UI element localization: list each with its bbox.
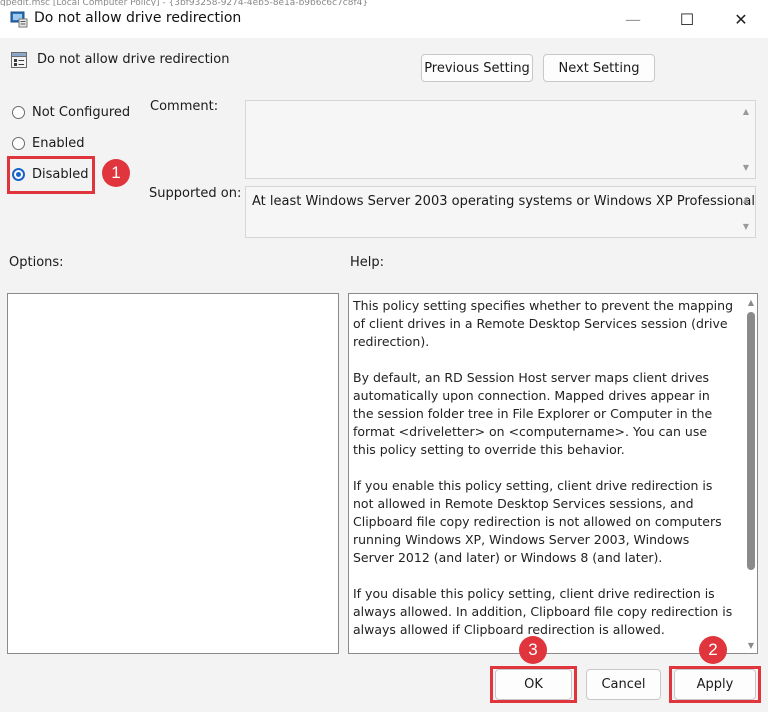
step-badge-2: 2 [699, 636, 727, 664]
comment-input[interactable]: ▲ ▼ [245, 100, 756, 179]
supported-scroll-up-icon[interactable]: ▲ [739, 195, 753, 204]
cancel-button[interactable]: Cancel [586, 669, 661, 700]
supported-on-value: At least Windows Server 2003 operating s… [252, 194, 755, 209]
step-badge-3: 3 [519, 636, 547, 664]
help-scroll-up-icon[interactable]: ▲ [745, 298, 757, 307]
supported-on-label: Supported on: [149, 186, 241, 201]
help-paragraph: This policy setting specifies whether to… [353, 297, 733, 351]
comment-label: Comment: [150, 99, 218, 114]
apply-button[interactable]: Apply [674, 669, 756, 700]
radio-circle[interactable] [12, 137, 25, 150]
help-paragraph: By default, an RD Session Host server ma… [353, 369, 733, 459]
close-button[interactable]: ✕ [718, 0, 764, 38]
options-label: Options: [9, 255, 64, 270]
radio-circle-selected[interactable] [12, 168, 25, 181]
radio-disabled[interactable]: Disabled [12, 167, 88, 182]
help-text: This policy setting specifies whether to… [353, 297, 733, 657]
minimize-button[interactable]: — [610, 0, 656, 38]
options-pane [7, 293, 339, 654]
radio-enabled[interactable]: Enabled [12, 136, 85, 151]
policy-setting-icon [10, 51, 28, 69]
policy-editor-icon [10, 10, 28, 28]
supported-scroll-down-icon[interactable]: ▼ [739, 222, 753, 231]
radio-not-configured[interactable]: Not Configured [12, 105, 130, 120]
background-window-text: gpedit.msc [Local Computer Policy] - {3b… [0, 0, 400, 6]
radio-label: Disabled [32, 167, 88, 182]
step-badge-1: 1 [102, 159, 130, 187]
comment-scroll-up-icon[interactable]: ▲ [739, 107, 753, 116]
ok-button[interactable]: OK [495, 669, 572, 700]
help-scrollbar-thumb[interactable] [747, 312, 755, 570]
help-paragraph: If you disable this policy setting, clie… [353, 585, 733, 639]
window-title: Do not allow drive redirection [34, 10, 241, 26]
help-scroll-down-icon[interactable]: ▼ [745, 641, 757, 650]
next-setting-button[interactable]: Next Setting [543, 54, 655, 82]
radio-label: Enabled [32, 136, 85, 151]
help-paragraph: If you enable this policy setting, clien… [353, 477, 733, 567]
policy-name: Do not allow drive redirection [37, 52, 230, 67]
maximize-button[interactable]: ☐ [664, 0, 710, 38]
help-label: Help: [350, 255, 384, 270]
previous-setting-button[interactable]: Previous Setting [421, 54, 533, 82]
radio-circle[interactable] [12, 106, 25, 119]
supported-on-field: At least Windows Server 2003 operating s… [245, 186, 756, 238]
radio-label: Not Configured [32, 105, 130, 120]
comment-scroll-down-icon[interactable]: ▼ [739, 163, 753, 172]
